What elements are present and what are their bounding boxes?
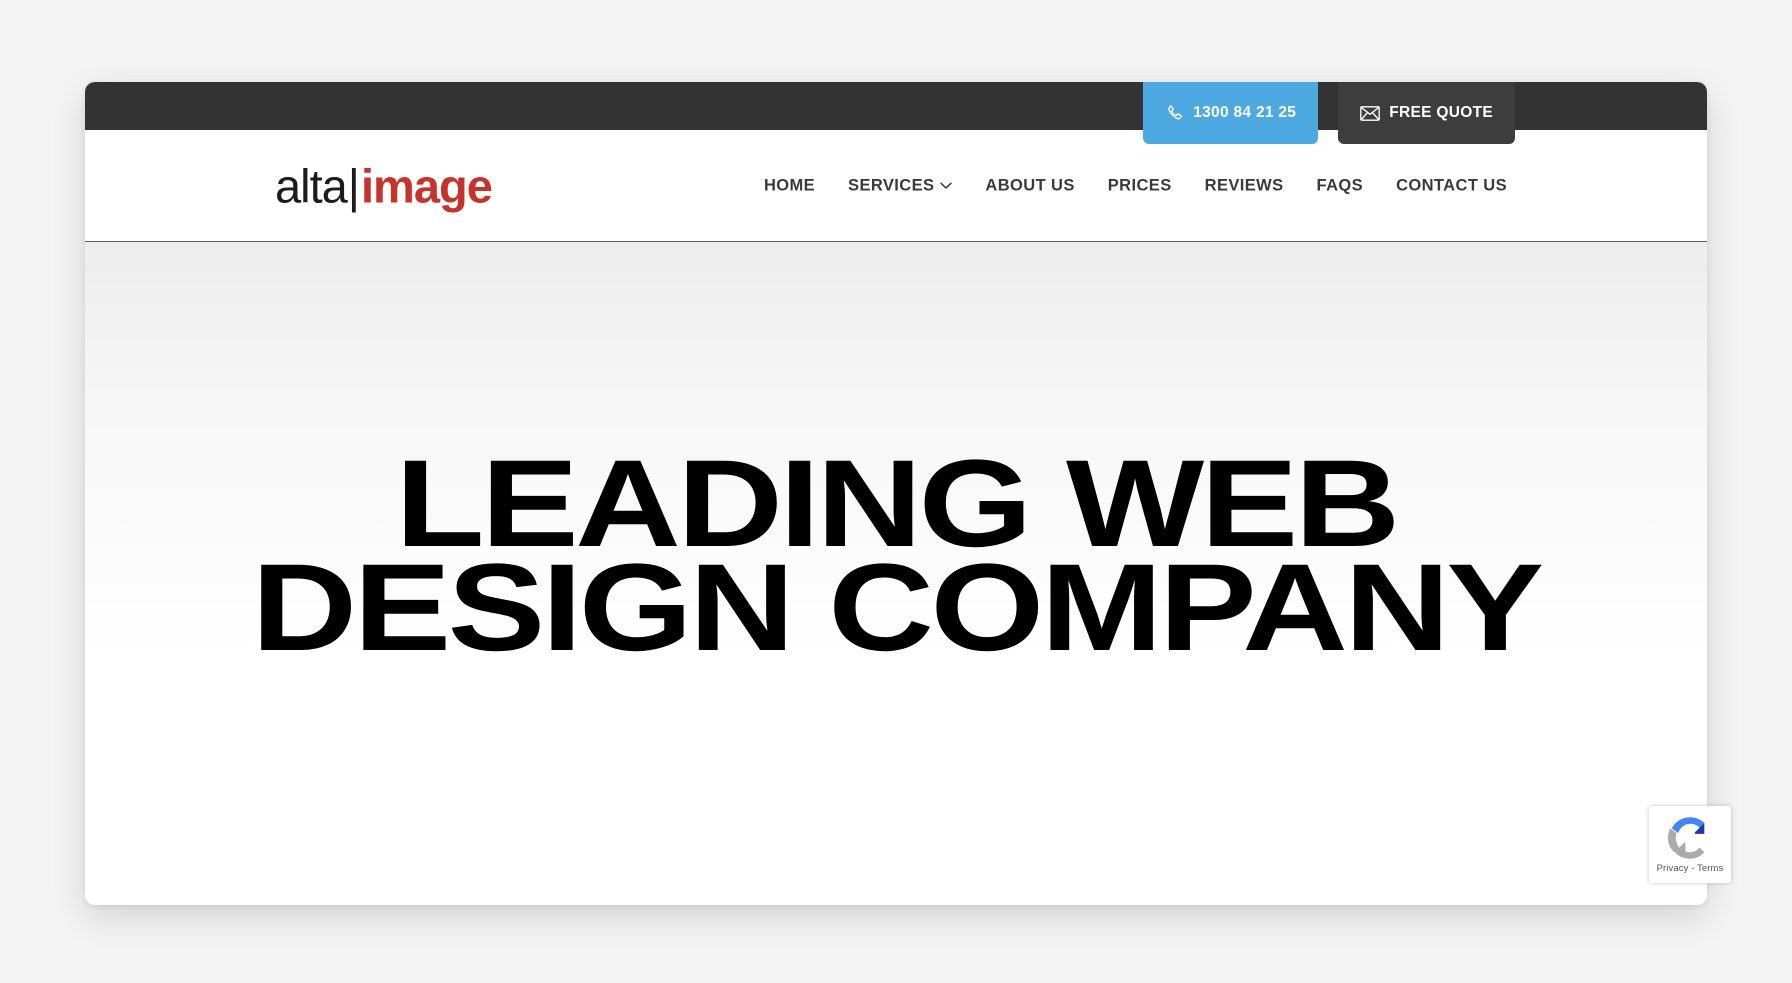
site-header: alta|image HOME SERVICES ABOUT US PRICES [85,130,1707,242]
nav-item-reviews[interactable]: REVIEWS [1205,176,1284,195]
nav-item-about-us[interactable]: ABOUT US [985,176,1074,195]
nav-item-label: PRICES [1107,176,1172,194]
nav-item-label: SERVICES [848,176,935,194]
recaptcha-icon [1668,816,1712,860]
chevron-down-icon [940,182,953,190]
site-logo[interactable]: alta|image [275,159,493,212]
nav-item-home[interactable]: HOME [764,176,815,195]
hero-section: LEADING WEB DESIGN COMPANY ✕ [85,242,1707,905]
topbar-actions: 1300 84 21 25 FREE QUOTE [1143,82,1515,144]
nav-item-label: REVIEWS [1204,176,1284,194]
hero-headline-line-2: DESIGN COMPANY [251,539,1544,678]
recaptcha-badge[interactable]: Privacy - Terms [1649,806,1731,883]
nav-item-contact-us[interactable]: CONTACT US [1396,176,1507,195]
phone-button[interactable]: 1300 84 21 25 [1143,82,1319,144]
phone-icon [1165,104,1184,123]
logo-text-alta: alta [275,159,348,212]
page-card: 1300 84 21 25 FREE QUOTE alta|image HOME [85,82,1731,905]
nav-item-label: ABOUT US [985,176,1075,194]
logo-text-image: image [361,159,493,212]
logo-separator: | [347,159,360,212]
nav-item-label: HOME [763,176,816,194]
recaptcha-privacy-terms: Privacy - Terms [1656,862,1724,874]
free-quote-button[interactable]: FREE QUOTE [1338,82,1515,144]
nav-item-faqs[interactable]: FAQS [1317,176,1364,195]
nav-item-prices[interactable]: PRICES [1108,176,1172,195]
hero-headline: LEADING WEB DESIGN COMPANY [85,442,1707,678]
envelope-icon [1360,105,1381,121]
nav-item-services[interactable]: SERVICES [848,176,953,195]
free-quote-button-label: FREE QUOTE [1389,104,1493,121]
nav-item-label: CONTACT US [1396,176,1507,194]
phone-button-label: 1300 84 21 25 [1193,104,1297,121]
main-navigation: HOME SERVICES ABOUT US PRICES REVIEWS FA… [764,176,1507,195]
nav-item-label: FAQS [1316,176,1364,194]
